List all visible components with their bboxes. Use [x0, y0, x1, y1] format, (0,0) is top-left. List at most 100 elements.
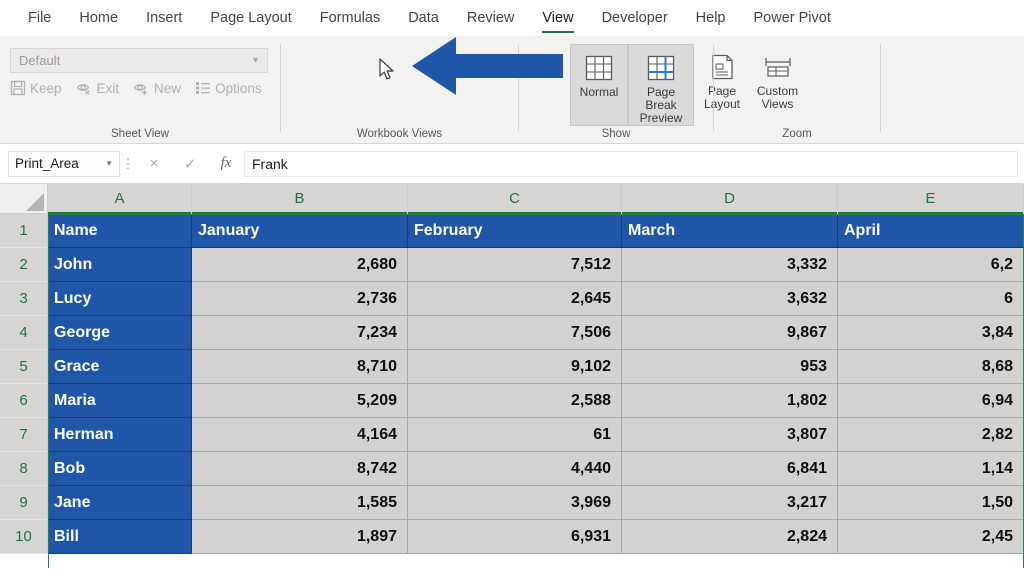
cell-c10[interactable]: 6,931 — [408, 520, 622, 554]
cell-d2[interactable]: 3,332 — [622, 248, 838, 282]
row-header-2[interactable]: 2 — [0, 248, 48, 282]
cell-b1[interactable]: January — [192, 214, 408, 248]
sheet-view-options-button[interactable]: Options — [195, 80, 262, 96]
cell-d3[interactable]: 3,632 — [622, 282, 838, 316]
cell-e1[interactable]: April — [838, 214, 1024, 248]
cell-b10[interactable]: 1,897 — [192, 520, 408, 554]
cell-d9[interactable]: 3,217 — [622, 486, 838, 520]
cell-c3[interactable]: 2,645 — [408, 282, 622, 316]
cell-a9[interactable]: Jane — [48, 486, 192, 520]
cell-a8[interactable]: Bob — [48, 452, 192, 486]
table-row: 7 Herman 4,164 61 3,807 2,82 — [0, 418, 1024, 452]
cancel-formula-button[interactable]: × — [136, 155, 172, 172]
cell-b5[interactable]: 8,710 — [192, 350, 408, 384]
cell-c4[interactable]: 7,506 — [408, 316, 622, 350]
cell-d6[interactable]: 1,802 — [622, 384, 838, 418]
cell-c8[interactable]: 4,440 — [408, 452, 622, 486]
chevron-down-icon: ▼ — [105, 158, 113, 168]
sheet-view-exit-button[interactable]: Exit — [76, 80, 119, 96]
cell-b6[interactable]: 5,209 — [192, 384, 408, 418]
sheet-view-keep-button[interactable]: Keep — [10, 80, 62, 96]
cell-d5[interactable]: 953 — [622, 350, 838, 384]
cell-c6[interactable]: 2,588 — [408, 384, 622, 418]
cell-e8[interactable]: 1,14 — [838, 452, 1024, 486]
cell-b8[interactable]: 8,742 — [192, 452, 408, 486]
cell-d10[interactable]: 2,824 — [622, 520, 838, 554]
table-row: 3 Lucy 2,736 2,645 3,632 6 — [0, 282, 1024, 316]
cell-a6[interactable]: Maria — [48, 384, 192, 418]
row-header-4[interactable]: 4 — [0, 316, 48, 350]
list-options-icon — [195, 80, 211, 96]
cell-d8[interactable]: 6,841 — [622, 452, 838, 486]
chevron-down-icon: ▼ — [251, 55, 260, 65]
cell-c5[interactable]: 9,102 — [408, 350, 622, 384]
cell-e3[interactable]: 6 — [838, 282, 1024, 316]
cell-e4[interactable]: 3,84 — [838, 316, 1024, 350]
cell-c7[interactable]: 61 — [408, 418, 622, 452]
table-row: 10 Bill 1,897 6,931 2,824 2,45 — [0, 520, 1024, 554]
cell-c9[interactable]: 3,969 — [408, 486, 622, 520]
save-icon — [10, 80, 26, 96]
tab-home[interactable]: Home — [65, 0, 132, 36]
cell-b9[interactable]: 1,585 — [192, 486, 408, 520]
sheet-view-new-button[interactable]: New — [133, 80, 181, 96]
column-header-d[interactable]: D — [622, 184, 838, 214]
cell-a4[interactable]: George — [48, 316, 192, 350]
row-header-5[interactable]: 5 — [0, 350, 48, 384]
ribbon-group-window: New Window Arrange All Freeze Panes — [881, 36, 1024, 144]
cell-d4[interactable]: 9,867 — [622, 316, 838, 350]
row-header-9[interactable]: 9 — [0, 486, 48, 520]
select-all-corner[interactable] — [0, 184, 48, 213]
tab-formulas[interactable]: Formulas — [306, 0, 394, 36]
cell-e6[interactable]: 6,94 — [838, 384, 1024, 418]
cell-b7[interactable]: 4,164 — [192, 418, 408, 452]
tab-power-pivot[interactable]: Power Pivot — [739, 0, 844, 36]
column-header-b[interactable]: B — [192, 184, 408, 214]
table-row: 4 George 7,234 7,506 9,867 3,84 — [0, 316, 1024, 350]
row-header-1[interactable]: 1 — [0, 214, 48, 248]
cell-a1[interactable]: Name — [48, 214, 192, 248]
ribbon-group-zoom: Zoom 100 100% Zoom to Selection Zoom — [714, 36, 880, 144]
cell-a3[interactable]: Lucy — [48, 282, 192, 316]
insert-function-button[interactable]: fx — [208, 155, 244, 172]
row-header-3[interactable]: 3 — [0, 282, 48, 316]
annotation-arrow-icon — [408, 30, 564, 107]
cell-a5[interactable]: Grace — [48, 350, 192, 384]
cell-e10[interactable]: 2,45 — [838, 520, 1024, 554]
cell-e9[interactable]: 1,50 — [838, 486, 1024, 520]
formula-bar-grip[interactable]: ⋮ — [120, 157, 136, 170]
tab-page-layout[interactable]: Page Layout — [196, 0, 305, 36]
row-header-10[interactable]: 10 — [0, 520, 48, 554]
cell-c2[interactable]: 7,512 — [408, 248, 622, 282]
cell-b4[interactable]: 7,234 — [192, 316, 408, 350]
row-header-6[interactable]: 6 — [0, 384, 48, 418]
cell-a10[interactable]: Bill — [48, 520, 192, 554]
column-header-c[interactable]: C — [408, 184, 622, 214]
cell-e7[interactable]: 2,82 — [838, 418, 1024, 452]
name-box[interactable]: Print_Area ▼ — [8, 150, 120, 177]
table-row: 2 John 2,680 7,512 3,332 6,2 — [0, 248, 1024, 282]
cell-e5[interactable]: 8,68 — [838, 350, 1024, 384]
cell-e2[interactable]: 6,2 — [838, 248, 1024, 282]
enter-formula-button[interactable]: ✓ — [172, 155, 208, 173]
cell-b2[interactable]: 2,680 — [192, 248, 408, 282]
cell-a7[interactable]: Herman — [48, 418, 192, 452]
column-header-a[interactable]: A — [48, 184, 192, 214]
cell-c1[interactable]: February — [408, 214, 622, 248]
row-header-7[interactable]: 7 — [0, 418, 48, 452]
tab-developer[interactable]: Developer — [588, 0, 682, 36]
column-header-e[interactable]: E — [838, 184, 1024, 214]
name-box-value: Print_Area — [15, 155, 79, 171]
sheet-view-combo-value: Default — [19, 53, 61, 68]
tab-help[interactable]: Help — [682, 0, 740, 36]
cell-a2[interactable]: John — [48, 248, 192, 282]
table-row: 6 Maria 5,209 2,588 1,802 6,94 — [0, 384, 1024, 418]
row-header-8[interactable]: 8 — [0, 452, 48, 486]
cell-d7[interactable]: 3,807 — [622, 418, 838, 452]
tab-insert[interactable]: Insert — [132, 0, 196, 36]
formula-input[interactable]: Frank — [244, 150, 1018, 177]
cell-d1[interactable]: March — [622, 214, 838, 248]
tab-file[interactable]: File — [14, 0, 65, 36]
cell-b3[interactable]: 2,736 — [192, 282, 408, 316]
sheet-view-combo[interactable]: Default ▼ — [10, 48, 268, 73]
